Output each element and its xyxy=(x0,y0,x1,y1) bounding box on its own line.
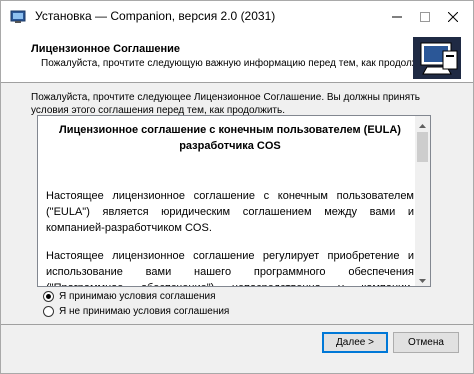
close-button[interactable] xyxy=(435,1,471,33)
license-title: Лицензионное соглашение с конечным польз… xyxy=(59,124,401,152)
license-paragraph: Настоящее лицензионное соглашение регули… xyxy=(46,250,414,286)
chevron-down-icon xyxy=(419,270,426,287)
chevron-up-icon xyxy=(419,116,426,133)
intro-text: Пожалуйста, прочтите следующее Лицензион… xyxy=(31,92,420,116)
scroll-down-button[interactable] xyxy=(415,271,430,286)
page-subtitle: Пожалуйста, прочтите следующую важную ин… xyxy=(41,58,437,69)
footer-divider xyxy=(1,324,473,325)
maximize-icon xyxy=(420,12,430,22)
accept-radio[interactable] xyxy=(43,290,54,302)
close-icon xyxy=(448,12,458,22)
scroll-up-button[interactable] xyxy=(415,116,430,131)
license-paragraph: Настоящее лицензионное соглашение с коне… xyxy=(46,190,414,234)
page-title: Лицензионное Соглашение xyxy=(31,43,181,55)
accept-label: Я принимаю условия соглашения xyxy=(59,290,216,302)
title-bar: Установка — Companion, версия 2.0 (2031) xyxy=(1,1,473,33)
decline-label: Я не принимаю условия соглашения xyxy=(59,305,230,317)
setup-computer-icon xyxy=(413,37,461,79)
setup-window: Установка — Companion, версия 2.0 (2031)… xyxy=(0,0,474,374)
decline-radio[interactable] xyxy=(43,305,54,317)
decline-option[interactable]: Я не принимаю условия соглашения xyxy=(43,304,229,318)
license-content: Лицензионное соглашение с конечным польз… xyxy=(46,122,414,286)
accept-option[interactable]: Я принимаю условия соглашения xyxy=(43,289,215,303)
next-button[interactable]: Далее > xyxy=(322,332,388,353)
license-text-box[interactable]: Лицензионное соглашение с конечным польз… xyxy=(37,115,431,287)
minimize-icon xyxy=(392,12,402,22)
wizard-header: Лицензионное Соглашение Пожалуйста, проч… xyxy=(1,33,473,83)
scroll-thumb[interactable] xyxy=(417,132,428,162)
installer-icon xyxy=(10,10,26,24)
vertical-scrollbar[interactable] xyxy=(415,116,430,286)
window-title: Установка — Companion, версия 2.0 (2031) xyxy=(35,9,276,23)
cancel-button[interactable]: Отмена xyxy=(393,332,459,353)
